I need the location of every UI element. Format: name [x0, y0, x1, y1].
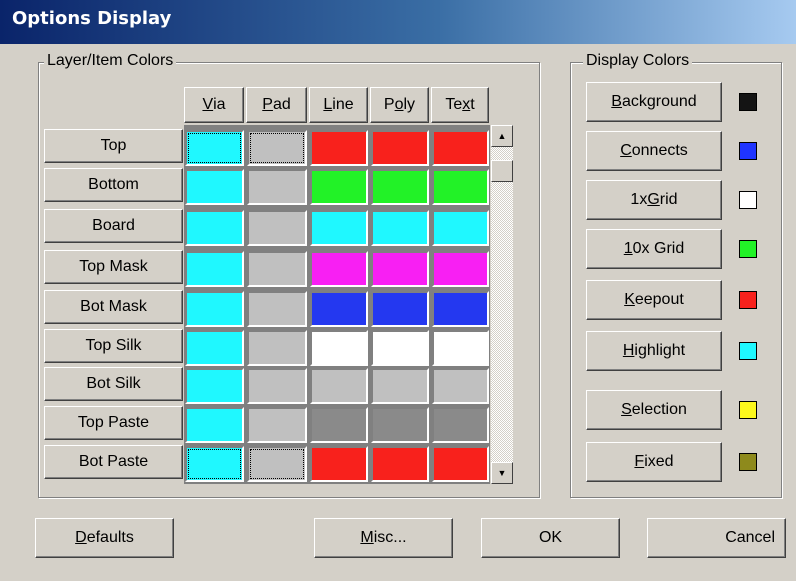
defaults-button[interactable]: Defaults — [35, 518, 174, 558]
display-colors-legend: Display Colors — [583, 52, 693, 70]
color-cell-board-text[interactable] — [432, 210, 489, 246]
color-cell-bot-paste-poly[interactable] — [371, 446, 429, 482]
color-cell-bot-paste-text[interactable] — [432, 446, 489, 482]
arrow-up-icon[interactable]: ▲ — [491, 125, 513, 147]
color-cell-bot-silk-poly[interactable] — [371, 368, 429, 404]
column-header-pad[interactable]: Pad — [246, 87, 307, 123]
color-cell-bot-paste-via[interactable] — [185, 446, 244, 482]
color-cell-bot-silk-pad[interactable] — [247, 368, 307, 404]
color-cell-bot-silk-text[interactable] — [432, 368, 489, 404]
color-cell-board-via[interactable] — [185, 210, 244, 246]
layer-item-colors-legend: Layer/Item Colors — [44, 52, 177, 70]
scrollbar-thumb[interactable] — [491, 160, 513, 182]
layer-scrollbar[interactable]: ▲ ▼ — [491, 125, 513, 484]
color-cell-top-paste-poly[interactable] — [371, 407, 429, 443]
color-cell-top-silk-pad[interactable] — [247, 330, 307, 366]
layer-button-bottom[interactable]: Bottom — [44, 168, 183, 202]
color-cell-top-pad[interactable] — [247, 130, 307, 166]
color-cell-top-mask-text[interactable] — [432, 251, 489, 287]
color-cell-bot-silk-via[interactable] — [185, 368, 244, 404]
misc-button[interactable]: Misc... — [314, 518, 453, 558]
color-cell-bottom-text[interactable] — [432, 169, 489, 205]
layer-button-bot-paste[interactable]: Bot Paste — [44, 445, 183, 479]
keepout-color-swatch[interactable] — [739, 291, 757, 309]
arrow-down-icon[interactable]: ▼ — [491, 462, 513, 484]
color-cell-top-text[interactable] — [432, 130, 489, 166]
layer-button-board[interactable]: Board — [44, 209, 183, 243]
color-cell-top-mask-via[interactable] — [185, 251, 244, 287]
color-cell-top-paste-pad[interactable] — [247, 407, 307, 443]
color-cell-board-pad[interactable] — [247, 210, 307, 246]
color-cell-bot-mask-via[interactable] — [185, 291, 244, 327]
color-cell-bot-paste-pad[interactable] — [247, 446, 307, 482]
color-cell-bottom-poly[interactable] — [371, 169, 429, 205]
color-cell-bot-silk-line[interactable] — [310, 368, 368, 404]
color-cell-board-poly[interactable] — [371, 210, 429, 246]
color-cell-top-via[interactable] — [185, 130, 244, 166]
color-cell-top-poly[interactable] — [371, 130, 429, 166]
color-cell-top-silk-text[interactable] — [432, 330, 489, 366]
layer-button-top-mask[interactable]: Top Mask — [44, 250, 183, 284]
color-cell-top-mask-line[interactable] — [310, 251, 368, 287]
color-cell-bot-mask-pad[interactable] — [247, 291, 307, 327]
color-cell-top-paste-via[interactable] — [185, 407, 244, 443]
connects-button[interactable]: Connects — [586, 131, 722, 171]
layer-button-bot-silk[interactable]: Bot Silk — [44, 367, 183, 401]
column-header-line[interactable]: Line — [309, 87, 368, 123]
background-button[interactable]: Background — [586, 82, 722, 122]
layer-button-top-paste[interactable]: Top Paste — [44, 406, 183, 440]
color-cell-top-silk-poly[interactable] — [371, 330, 429, 366]
highlight-color-swatch[interactable] — [739, 342, 757, 360]
1x-grid-button[interactable]: 1x Grid — [586, 180, 722, 220]
color-cell-bot-mask-line[interactable] — [310, 291, 368, 327]
color-cell-bottom-line[interactable] — [310, 169, 368, 205]
selection-color-swatch[interactable] — [739, 401, 757, 419]
layer-button-bot-mask[interactable]: Bot Mask — [44, 290, 183, 324]
fixed-color-swatch[interactable] — [739, 453, 757, 471]
column-header-text[interactable]: Te x t — [431, 87, 489, 123]
1x-grid-color-swatch[interactable] — [739, 191, 757, 209]
color-cell-bot-mask-poly[interactable] — [371, 291, 429, 327]
layer-button-top-silk[interactable]: Top Silk — [44, 329, 183, 363]
color-cell-bot-mask-text[interactable] — [432, 291, 489, 327]
highlight-button[interactable]: Highlight — [586, 331, 722, 371]
color-cell-top-line[interactable] — [310, 130, 368, 166]
color-cell-top-paste-line[interactable] — [310, 407, 368, 443]
color-cell-top-mask-poly[interactable] — [371, 251, 429, 287]
color-cell-bottom-via[interactable] — [185, 169, 244, 205]
ok-button[interactable]: OK — [481, 518, 620, 558]
window-title: Options Display — [12, 8, 172, 29]
color-cell-board-line[interactable] — [310, 210, 368, 246]
connects-color-swatch[interactable] — [739, 142, 757, 160]
selection-button[interactable]: Selection — [586, 390, 722, 430]
10x-grid-color-swatch[interactable] — [739, 240, 757, 258]
color-cell-bottom-pad[interactable] — [247, 169, 307, 205]
10x-grid-button[interactable]: 1 0x Grid — [586, 229, 722, 269]
cancel-button[interactable]: Cancel — [647, 518, 786, 558]
color-cell-top-paste-text[interactable] — [432, 407, 489, 443]
column-header-via[interactable]: Via — [184, 87, 244, 123]
fixed-button[interactable]: Fixed — [586, 442, 722, 482]
title-bar: Options Display — [0, 0, 796, 44]
options-display-dialog: Options Display Layer/Item Colors Via Pad… — [0, 0, 796, 581]
column-header-poly[interactable]: Po ly — [370, 87, 429, 123]
keepout-button[interactable]: Keepout — [586, 280, 722, 320]
color-cell-bot-paste-line[interactable] — [310, 446, 368, 482]
layer-button-top[interactable]: Top — [44, 129, 183, 163]
color-cell-top-silk-via[interactable] — [185, 330, 244, 366]
color-cell-top-silk-line[interactable] — [310, 330, 368, 366]
background-color-swatch[interactable] — [739, 93, 757, 111]
color-cell-top-mask-pad[interactable] — [247, 251, 307, 287]
